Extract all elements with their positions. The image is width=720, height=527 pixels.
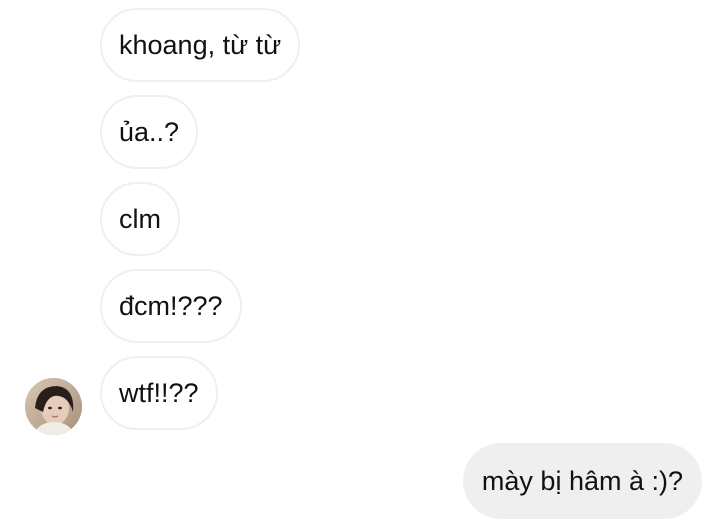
message-text: đcm!???	[119, 291, 223, 321]
message-text: ủa..?	[119, 117, 180, 147]
incoming-message[interactable]: clm	[100, 182, 180, 256]
incoming-message[interactable]: ủa..?	[100, 95, 199, 169]
outgoing-message[interactable]: mày bị hâm à :)?	[462, 443, 702, 519]
message-text: wtf!!??	[119, 378, 199, 408]
incoming-message[interactable]: đcm!???	[100, 269, 242, 343]
incoming-message[interactable]: wtf!!??	[100, 356, 218, 430]
sender-avatar[interactable]	[25, 378, 82, 435]
message-text: khoang, từ từ	[119, 30, 282, 60]
user-avatar-icon	[25, 378, 82, 435]
message-text: mày bị hâm à :)?	[481, 466, 683, 496]
message-text: clm	[119, 204, 161, 234]
incoming-message[interactable]: khoang, từ từ	[100, 8, 301, 82]
